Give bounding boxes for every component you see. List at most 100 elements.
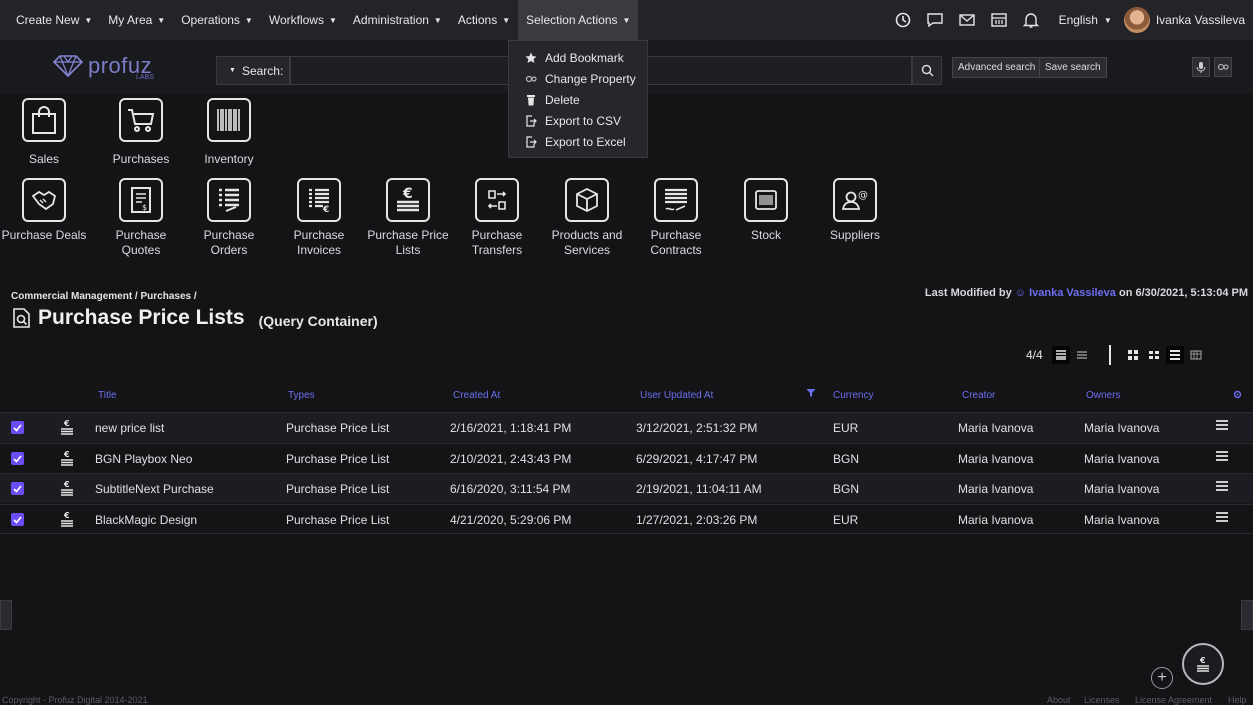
cell-creator: Maria Ivanova [958,421,1034,435]
cell-owners: Maria Ivanova [1084,513,1160,527]
row-checkbox[interactable] [11,513,24,526]
last-modified-user-link[interactable]: Ivanka Vassileva [1029,287,1116,299]
avatar[interactable] [1123,7,1150,33]
tile-label-line1: Purchase [471,228,523,242]
table-row[interactable]: € BlackMagic Design Purchase Price List … [0,504,1253,534]
column-header-owners[interactable]: Owners [1086,390,1120,401]
nav-operations[interactable]: Operations ▼ [173,0,261,40]
nav-create-new[interactable]: Create New ▼ [8,0,100,40]
logo-diamond-icon [52,55,84,77]
chat-icon[interactable] [919,0,951,40]
footer-link-help[interactable]: Help [1228,695,1247,705]
row-checkbox[interactable] [11,452,24,465]
table-view-toggle[interactable] [1165,346,1184,364]
column-header-created-at[interactable]: Created At [453,390,500,401]
menu-item-export-csv[interactable]: Export to CSV [509,110,647,131]
caret-down-icon: ▼ [1103,15,1112,25]
logo[interactable]: profuz LABS [52,46,172,86]
grid-small-icon [1148,351,1159,359]
search-button[interactable] [912,56,942,85]
column-header-currency[interactable]: Currency [833,390,874,401]
table-row[interactable]: € new price list Purchase Price List 2/1… [0,412,1253,442]
cell-created-at: 2/16/2021, 1:18:41 PM [450,421,572,435]
filter-icon[interactable] [806,388,816,401]
tile-suppliers[interactable]: @ Suppliers [811,178,899,243]
row-menu-icon[interactable] [1216,480,1228,495]
language-label: English [1058,13,1098,27]
row-menu-icon[interactable] [1216,511,1228,526]
tile-label: Purchase Price Lists [364,228,452,258]
add-button[interactable]: + [1151,667,1173,689]
table-header: Title Types Created At User Updated At C… [0,385,1253,409]
tile-stock[interactable]: Stock [722,178,810,243]
tile-purchase-quotes[interactable]: $ Purchase Quotes [97,178,185,258]
menu-item-label: Export to Excel [545,134,626,149]
cell-title[interactable]: new price list [95,421,164,435]
small-grid-toggle[interactable] [1145,346,1163,364]
row-checkbox[interactable] [11,482,24,495]
nav-actions[interactable]: Actions ▼ [450,0,518,40]
table-row[interactable]: € SubtitleNext Purchase Purchase Price L… [0,473,1253,503]
cell-title[interactable]: SubtitleNext Purchase [95,482,214,496]
tile-purchase-price-lists[interactable]: € Purchase Price Lists [364,178,452,258]
tile-purchases[interactable]: Purchases [97,98,185,167]
cell-title[interactable]: BlackMagic Design [95,513,197,527]
page-title: Purchase Price Lists [38,306,245,329]
settings-toggle-button[interactable] [1214,57,1232,77]
nav-label: Operations [181,13,240,27]
advanced-search-button[interactable]: Advanced search [952,57,1042,78]
column-header-title[interactable]: Title [98,390,117,401]
menu-item-export-excel[interactable]: Export to Excel [509,131,647,152]
save-search-button[interactable]: Save search [1039,57,1107,78]
column-header-user-updated-at[interactable]: User Updated At [640,390,713,401]
compact-view-toggle[interactable] [1073,346,1091,364]
tile-purchase-deals[interactable]: Purchase Deals [0,178,88,243]
row-checkbox[interactable] [11,421,24,434]
row-menu-icon[interactable] [1216,419,1228,434]
microphone-button[interactable] [1192,57,1210,77]
user-name[interactable]: Ivanka Vassileva [1156,13,1253,27]
new-price-list-button[interactable]: € [1182,643,1224,685]
search-scope-dropdown[interactable]: ▼ Search: [216,56,290,85]
tile-purchase-transfers[interactable]: Purchase Transfers [453,178,541,258]
footer-link-about[interactable]: About [1047,695,1071,705]
tile-sales[interactable]: Sales [0,98,88,167]
nav-my-area[interactable]: My Area ▼ [100,0,173,40]
column-header-types[interactable]: Types [288,390,315,401]
tile-purchase-orders[interactable]: Purchase Orders [185,178,273,258]
column-header-creator[interactable]: Creator [962,390,995,401]
bell-icon[interactable] [1015,0,1047,40]
last-modified-suffix: on 6/30/2021, 5:13:04 PM [1118,287,1248,299]
cell-currency: EUR [833,513,859,527]
mail-icon[interactable] [951,0,983,40]
nav-label: Create New [16,13,80,27]
caret-down-icon: ▼ [244,15,253,25]
menu-item-add-bookmark[interactable]: Add Bookmark [509,47,647,68]
nav-workflows[interactable]: Workflows ▼ [261,0,345,40]
nav-selection-actions[interactable]: Selection Actions ▼ [518,0,639,40]
large-grid-toggle[interactable] [1124,346,1142,364]
calendar-icon[interactable] [983,0,1015,40]
svg-text:€: € [63,511,70,520]
tile-inventory[interactable]: Inventory [185,98,273,167]
footer-link-licenses[interactable]: Licenses [1084,695,1120,705]
cell-title[interactable]: BGN Playbox Neo [95,452,192,466]
nav-administration[interactable]: Administration ▼ [345,0,450,40]
tile-products-and-services[interactable]: Products and Services [543,178,631,258]
left-panel-toggle[interactable] [0,600,12,630]
list-view-toggle[interactable] [1051,346,1070,364]
language-selector[interactable]: English ▼ [1047,13,1124,27]
gear-icon[interactable] [1232,389,1243,403]
tile-label-line1: Purchase Price [367,228,449,242]
footer-link-license-agreement[interactable]: License Agreement [1135,695,1212,705]
right-panel-toggle[interactable] [1241,600,1253,630]
menu-item-delete[interactable]: Delete [509,89,647,110]
calendar-view-toggle[interactable] [1187,346,1205,364]
tile-purchase-invoices[interactable]: € Purchase Invoices [275,178,363,258]
menu-item-change-property[interactable]: Change Property [509,68,647,89]
row-menu-icon[interactable] [1216,450,1228,465]
table-row[interactable]: € BGN Playbox Neo Purchase Price List 2/… [0,443,1253,473]
tile-purchase-contracts[interactable]: Purchase Contracts [632,178,720,258]
history-icon[interactable] [887,0,919,40]
breadcrumb[interactable]: Commercial Management / Purchases / [11,291,197,302]
